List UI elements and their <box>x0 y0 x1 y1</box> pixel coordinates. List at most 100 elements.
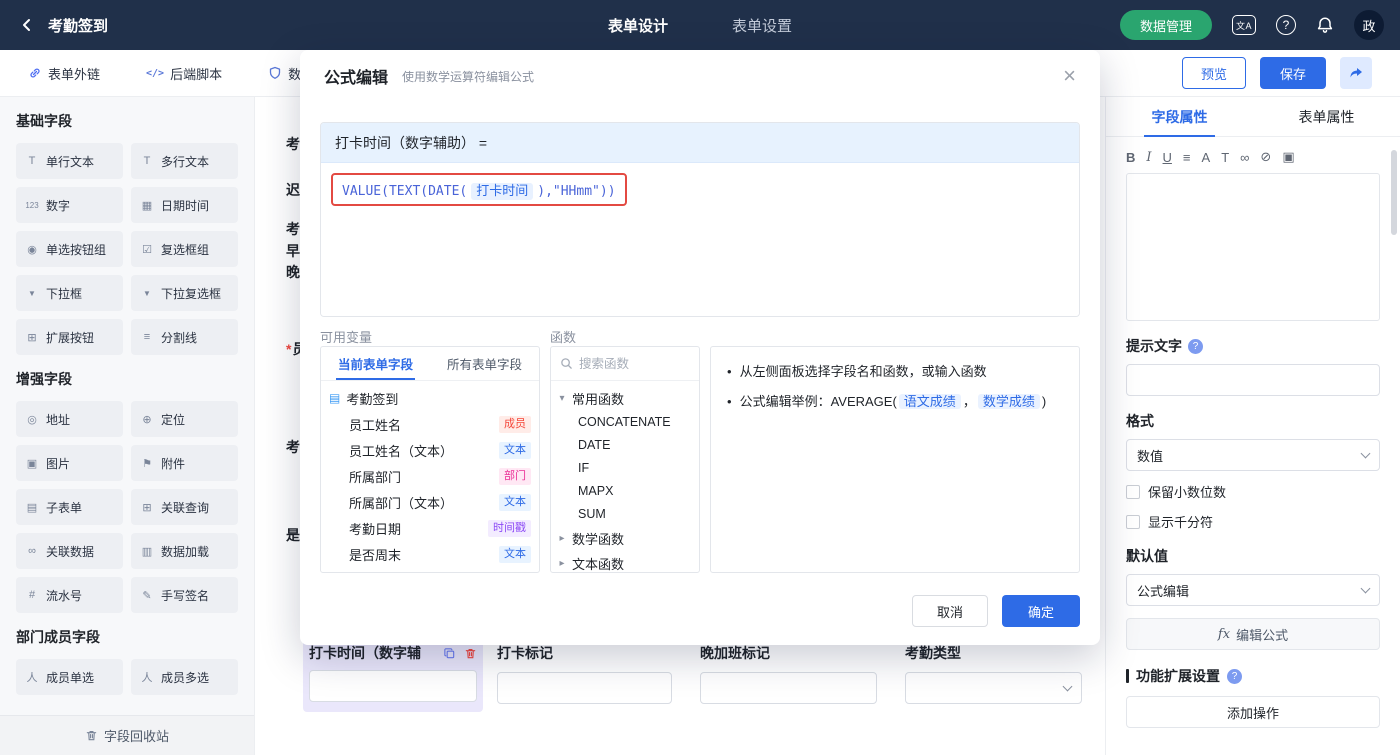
formula-expression-highlighted[interactable]: VALUE(TEXT(DATE(打卡时间),"HHmm")) <box>331 173 627 206</box>
delete-field-icon[interactable] <box>464 647 477 660</box>
variable-row-employee-name-text[interactable]: 员工姓名（文本） 文本 <box>329 437 531 463</box>
variables-tree-root[interactable]: ▤ 考勤签到 <box>329 385 531 411</box>
field-item-serial-number[interactable]: # 流水号 <box>16 577 123 613</box>
confirm-button[interactable]: 确定 <box>1001 595 1080 627</box>
field-item-signature[interactable]: ✎ 手写签名 <box>131 577 238 613</box>
help-icon[interactable]: ? <box>1276 15 1296 35</box>
share-button[interactable] <box>1340 57 1372 89</box>
thousand-separator-checkbox[interactable]: 显示千分符 <box>1126 512 1380 531</box>
form-external-link-button[interactable]: 表单外链 <box>28 64 100 83</box>
notification-bell-icon[interactable] <box>1316 16 1334 34</box>
field-item-attachment[interactable]: ⚑ 附件 <box>131 445 238 481</box>
field-item-dropdown-multi[interactable]: ▼ 下拉复选框 <box>131 275 238 311</box>
field-item-linked-query[interactable]: ⊞ 关联查询 <box>131 489 238 525</box>
function-item-concatenate[interactable]: CONCATENATE <box>557 411 693 434</box>
canvas-field-night-shift-mark[interactable]: 晚加班标记 <box>700 643 877 704</box>
tab-current-form-fields[interactable]: 当前表单字段 <box>321 347 430 380</box>
variable-row-attendance-date[interactable]: 考勤日期 时间戳 <box>329 515 531 541</box>
unlink-icon[interactable]: ⊘ <box>1260 149 1271 165</box>
canvas-field-input[interactable] <box>309 670 477 702</box>
field-item-member-single[interactable]: 人成员单选 <box>16 659 123 695</box>
link-icon[interactable]: ∞ <box>1240 150 1249 165</box>
help-line-2: • 公式编辑举例：AVERAGE(语文成绩，数学成绩) <box>727 391 1063 413</box>
field-item-number[interactable]: 123 数字 <box>16 187 123 223</box>
thousand-separator-checkbox-label: 显示千分符 <box>1148 515 1214 530</box>
insert-image-icon[interactable]: ▣ <box>1282 149 1294 165</box>
field-item-divider[interactable]: ≡ 分割线 <box>131 319 238 355</box>
hint-help-icon[interactable]: ? <box>1188 338 1203 354</box>
decimal-checkbox[interactable]: 保留小数位数 <box>1126 482 1380 501</box>
data-manage-button[interactable]: 数据管理 <box>1119 10 1212 40</box>
field-item-data-load[interactable]: ▥ 数据加载 <box>131 533 238 569</box>
field-item-dropdown[interactable]: ▼ 下拉框 <box>16 275 123 311</box>
variable-row-employee-name[interactable]: 员工姓名 成员 <box>329 411 531 437</box>
chevron-down-icon <box>1360 583 1371 594</box>
tab-form-design[interactable]: 表单设计 <box>608 15 668 36</box>
field-item-checkbox-group[interactable]: ☑ 复选框组 <box>131 231 238 267</box>
function-item-if[interactable]: IF <box>557 457 693 480</box>
add-action-button[interactable]: 添加操作 <box>1126 696 1380 728</box>
preview-button[interactable]: 预览 <box>1181 57 1246 89</box>
canvas-field-input[interactable] <box>700 672 877 704</box>
italic-icon[interactable]: I <box>1146 150 1151 165</box>
translate-icon[interactable]: 文A <box>1232 15 1256 35</box>
scrollbar-thumb[interactable] <box>1391 150 1397 235</box>
canvas-field-select[interactable] <box>905 672 1082 704</box>
function-group-common[interactable]: ▾ 常用函数 <box>557 386 693 411</box>
function-group-math[interactable]: ▸ 数学函数 <box>557 526 693 551</box>
function-item-date[interactable]: DATE <box>557 434 693 457</box>
default-value-select[interactable]: 公式编辑 <box>1126 574 1380 606</box>
edit-formula-button[interactable]: fx 编辑公式 <box>1126 618 1380 650</box>
hint-text-input[interactable] <box>1126 364 1380 396</box>
align-icon[interactable]: ≡ <box>1183 150 1191 165</box>
field-item-linked-data[interactable]: ∞ 关联数据 <box>16 533 123 569</box>
field-item-extend-button[interactable]: ⊞ 扩展按钮 <box>16 319 123 355</box>
field-item-single-line-text[interactable]: T 单行文本 <box>16 143 123 179</box>
copy-icon[interactable] <box>443 647 456 660</box>
canvas-field-punch-time-selected[interactable]: 打卡时间（数字辅 <box>303 635 483 712</box>
field-item-radio-group[interactable]: ◉ 单选按钮组 <box>16 231 123 267</box>
canvas-field-attendance-type[interactable]: 考勤类型 <box>905 643 1082 704</box>
tab-field-properties[interactable]: 字段属性 <box>1106 97 1253 137</box>
canvas-field-input[interactable] <box>497 672 672 704</box>
tab-form-settings[interactable]: 表单设置 <box>732 15 792 36</box>
font-size-icon[interactable]: T <box>1221 150 1229 165</box>
canvas-field-punch-mark[interactable]: 打卡标记 <box>497 643 672 704</box>
function-search-input[interactable] <box>579 356 690 371</box>
field-item-label: 成员多选 <box>161 670 210 685</box>
font-color-icon[interactable]: A <box>1202 150 1211 165</box>
type-tag: 文本 <box>499 493 531 511</box>
field-item-location[interactable]: ⊕ 定位 <box>131 401 238 437</box>
back-button[interactable] <box>16 14 38 36</box>
tab-form-properties[interactable]: 表单属性 <box>1253 97 1400 136</box>
variable-row-is-weekend[interactable]: 是否周末 文本 <box>329 541 531 567</box>
format-select[interactable]: 数值 <box>1126 439 1380 471</box>
field-recycle-bin[interactable]: 字段回收站 <box>0 715 254 755</box>
bold-icon[interactable]: B <box>1126 150 1135 165</box>
function-group-text[interactable]: ▸ 文本函数 <box>557 551 693 572</box>
field-item-multi-line-text[interactable]: T 多行文本 <box>131 143 238 179</box>
avatar[interactable]: 政 <box>1354 10 1384 40</box>
field-item-member-multi[interactable]: 人成员多选 <box>131 659 238 695</box>
extension-help-icon[interactable]: ? <box>1227 668 1242 684</box>
function-group-label: 数学函数 <box>572 532 625 547</box>
formula-field-chip[interactable]: 打卡时间 <box>471 183 534 200</box>
cancel-button[interactable]: 取消 <box>911 595 988 627</box>
field-item-datetime[interactable]: ▦ 日期时间 <box>131 187 238 223</box>
variable-row-department-text[interactable]: 所属部门（文本） 文本 <box>329 489 531 515</box>
function-item-mapx[interactable]: MAPX <box>557 480 693 503</box>
backend-script-button[interactable]: </> 后端脚本 <box>146 64 222 83</box>
field-item-subform[interactable]: ▤ 子表单 <box>16 489 123 525</box>
formula-editor-area[interactable]: VALUE(TEXT(DATE(打卡时间),"HHmm")) <box>321 163 1079 316</box>
variable-row-department[interactable]: 所属部门 部门 <box>329 463 531 489</box>
field-title-richtext-area[interactable] <box>1126 173 1380 321</box>
close-icon[interactable]: × <box>1063 65 1076 87</box>
underline-icon[interactable]: U <box>1163 150 1172 165</box>
function-item-sum[interactable]: SUM <box>557 503 693 526</box>
checkbox-icon <box>1126 514 1140 529</box>
tab-all-form-fields[interactable]: 所有表单字段 <box>430 347 539 380</box>
type-tag: 文本 <box>499 545 531 563</box>
field-item-image[interactable]: ▣ 图片 <box>16 445 123 481</box>
save-button[interactable]: 保存 <box>1259 57 1326 89</box>
field-item-address[interactable]: ◎ 地址 <box>16 401 123 437</box>
